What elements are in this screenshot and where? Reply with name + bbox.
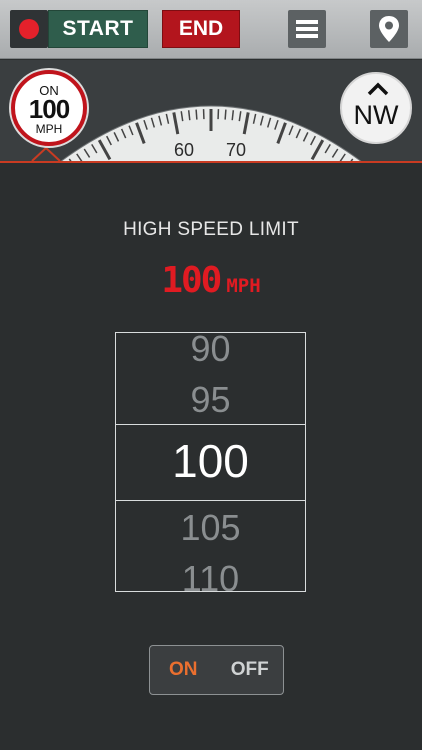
gauge-minor-tick xyxy=(195,109,198,120)
compass-direction: NW xyxy=(353,100,399,130)
speed-limit-badge[interactable]: ON 100 MPH xyxy=(11,70,87,146)
chevron-up-icon xyxy=(367,82,389,96)
picker-option[interactable]: 95 xyxy=(116,379,305,421)
start-button[interactable]: START xyxy=(48,10,148,48)
record-dot-icon xyxy=(19,19,39,39)
end-button[interactable]: END xyxy=(162,10,240,48)
gauge-label-60: 60 xyxy=(174,140,194,160)
compass[interactable]: NW xyxy=(340,72,412,144)
record-button[interactable] xyxy=(10,10,48,48)
picker-option[interactable]: 110 xyxy=(116,558,305,591)
gauge-label-70: 70 xyxy=(226,140,246,160)
speed-picker[interactable]: 90 95 100 105 110 xyxy=(115,332,306,592)
toggle-off[interactable]: OFF xyxy=(217,659,284,681)
top-toolbar: START END xyxy=(0,0,422,59)
limit-unit: MPH xyxy=(35,122,63,136)
panel-title: HIGH SPEED LIMIT xyxy=(123,219,299,240)
picker-option-selected[interactable]: 100 xyxy=(116,434,305,488)
limit-toggle[interactable]: ON OFF xyxy=(149,645,284,695)
readout-value: 100 xyxy=(161,260,222,301)
menu-icon xyxy=(296,20,318,24)
limit-value: 100 xyxy=(28,94,70,124)
picker-option[interactable]: 105 xyxy=(116,507,305,549)
picker-option[interactable]: 90 xyxy=(116,333,305,370)
speed-readout: 100 MPH xyxy=(0,260,422,301)
location-button[interactable] xyxy=(370,10,408,48)
gauge-minor-tick xyxy=(224,109,227,120)
readout-unit: MPH xyxy=(226,275,261,297)
toggle-on[interactable]: ON xyxy=(150,659,217,681)
map-pin-icon xyxy=(379,16,399,42)
menu-button[interactable] xyxy=(288,10,326,48)
